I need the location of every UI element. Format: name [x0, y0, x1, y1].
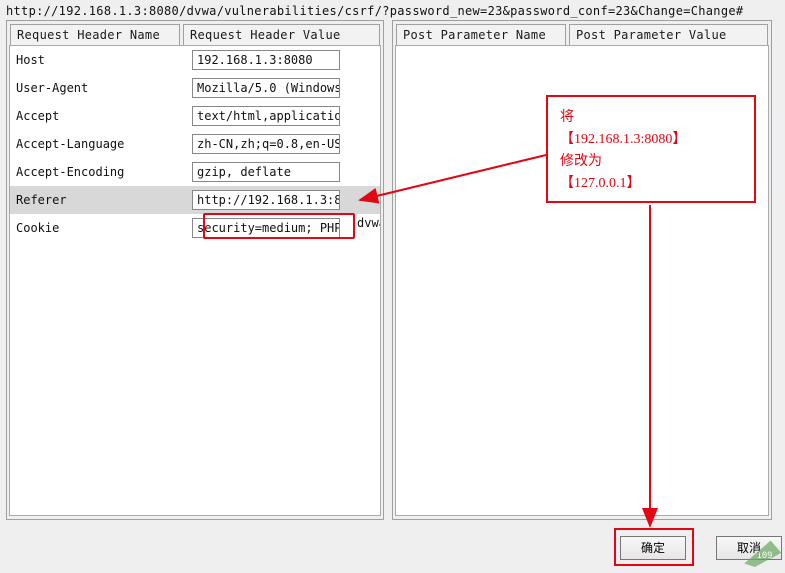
referer-overflow-text: dvwa/: [357, 216, 381, 230]
col-header-req-name[interactable]: Request Header Name: [10, 24, 180, 46]
callout-line3: 修改为: [560, 151, 742, 173]
col-header-post-value[interactable]: Post Parameter Value: [569, 24, 768, 46]
request-headers-body[interactable]: Host 192.168.1.3:8080 User-Agent Mozilla…: [9, 45, 381, 516]
table-row[interactable]: Cookie security=medium; PHPSESSID=r8: [10, 214, 380, 242]
table-row[interactable]: Accept-Language zh-CN,zh;q=0.8,en-US;q=0…: [10, 130, 380, 158]
header-name-cell: Accept-Encoding: [10, 165, 178, 179]
col-header-req-value[interactable]: Request Header Value: [183, 24, 380, 46]
header-name-cell: User-Agent: [10, 81, 178, 95]
callout-line2: 【192.168.1.3:8080】: [560, 129, 742, 151]
header-value-input[interactable]: text/html,application/xhtml+x: [192, 106, 340, 126]
header-value-input[interactable]: Mozilla/5.0 (Windows NT 5.2;: [192, 78, 340, 98]
header-name-cell: Referer: [10, 193, 178, 207]
header-value-input[interactable]: 192.168.1.3:8080: [192, 50, 340, 70]
annotation-callout: 将 【192.168.1.3:8080】 修改为 【127.0.0.1】: [546, 95, 756, 203]
watermark-logo: 109: [739, 537, 783, 567]
table-row-referer[interactable]: Referer http://192.168.1.3:8080: [10, 186, 380, 214]
table-row[interactable]: Accept text/html,application/xhtml+x: [10, 102, 380, 130]
table-row[interactable]: User-Agent Mozilla/5.0 (Windows NT 5.2;: [10, 74, 380, 102]
header-name-cell: Accept-Language: [10, 137, 178, 151]
table-row[interactable]: Host 192.168.1.3:8080: [10, 46, 380, 74]
callout-line1: 将: [560, 107, 742, 129]
svg-text:109: 109: [757, 551, 773, 561]
table-row[interactable]: Accept-Encoding gzip, deflate: [10, 158, 380, 186]
header-name-cell: Host: [10, 53, 178, 67]
col-header-post-name[interactable]: Post Parameter Name: [396, 24, 566, 46]
header-value-input[interactable]: zh-CN,zh;q=0.8,en-US;q=0.5,en: [192, 134, 340, 154]
callout-line4: 【127.0.0.1】: [560, 173, 742, 195]
header-name-cell: Accept: [10, 109, 178, 123]
url-bar: http://192.168.1.3:8080/dvwa/vulnerabili…: [0, 0, 785, 20]
request-headers-panel[interactable]: Request Header Name Request Header Value…: [6, 20, 384, 520]
ok-button[interactable]: 确定: [620, 536, 686, 560]
header-name-cell: Cookie: [10, 221, 178, 235]
header-value-input[interactable]: security=medium; PHPSESSID=r8: [192, 218, 340, 238]
header-value-input[interactable]: gzip, deflate: [192, 162, 340, 182]
header-value-input-referer[interactable]: http://192.168.1.3:8080: [192, 190, 340, 210]
